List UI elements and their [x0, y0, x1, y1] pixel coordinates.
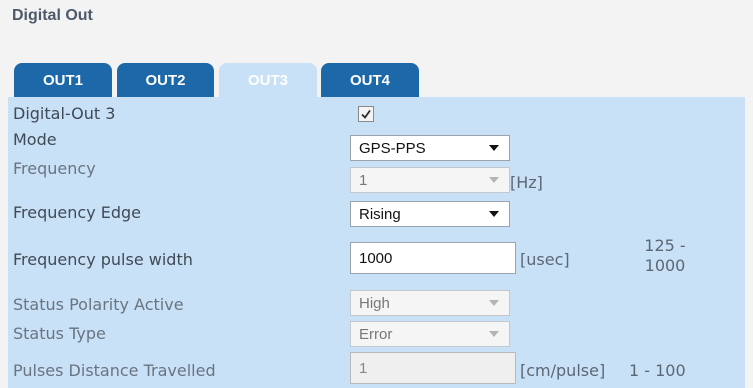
section-title: Digital Out — [12, 7, 93, 24]
tab-out2[interactable]: OUT2 — [117, 63, 214, 98]
mode-value: GPS-PPS — [359, 139, 426, 157]
pulse-width-unit: [usec] — [520, 250, 570, 269]
tab-out4[interactable]: OUT4 — [321, 63, 419, 98]
frequency-select[interactable]: 1 — [350, 167, 510, 193]
status-polarity-label: Status Polarity Active — [13, 295, 184, 314]
pulses-distance-range: 1 - 100 — [629, 361, 686, 380]
mode-select[interactable]: GPS-PPS — [350, 135, 510, 161]
digital-out-panel: Digital-Out 3 Mode GPS-PPS Frequency 1 [… — [8, 97, 745, 388]
status-polarity-select[interactable]: High — [350, 290, 510, 316]
frequency-edge-value: Rising — [359, 205, 401, 223]
chevron-down-icon — [489, 211, 499, 217]
status-type-select[interactable]: Error — [350, 321, 510, 347]
frequency-edge-select[interactable]: Rising — [350, 201, 510, 227]
pulses-distance-unit: [cm/pulse] — [520, 361, 606, 380]
pulse-width-range-min: 125 - — [644, 236, 686, 255]
status-type-value: Error — [359, 325, 393, 343]
check-icon — [361, 109, 371, 119]
chevron-down-icon — [489, 145, 499, 151]
chevron-down-icon — [489, 300, 499, 306]
enable-label: Digital-Out 3 — [13, 104, 116, 123]
frequency-edge-label: Frequency Edge — [13, 203, 142, 222]
frequency-unit: [Hz] — [510, 173, 543, 192]
pulse-width-range-max: 1000 — [644, 256, 686, 275]
chevron-down-icon — [489, 331, 499, 337]
enable-checkbox[interactable] — [358, 106, 374, 122]
mode-label: Mode — [13, 130, 57, 149]
pulse-width-input[interactable]: 1000 — [350, 242, 516, 274]
status-type-label: Status Type — [13, 324, 106, 343]
frequency-value: 1 — [359, 171, 368, 189]
frequency-label: Frequency — [13, 159, 96, 178]
tab-out3[interactable]: OUT3 — [219, 63, 317, 98]
chevron-down-icon — [489, 177, 499, 183]
pulses-distance-input[interactable]: 1 — [350, 352, 516, 384]
tab-out1[interactable]: OUT1 — [14, 63, 112, 98]
pulse-width-label: Frequency pulse width — [13, 250, 193, 269]
status-polarity-value: High — [359, 294, 390, 312]
pulses-distance-label: Pulses Distance Travelled — [13, 361, 216, 380]
pulse-width-range: 125 - 1000 — [630, 236, 700, 276]
